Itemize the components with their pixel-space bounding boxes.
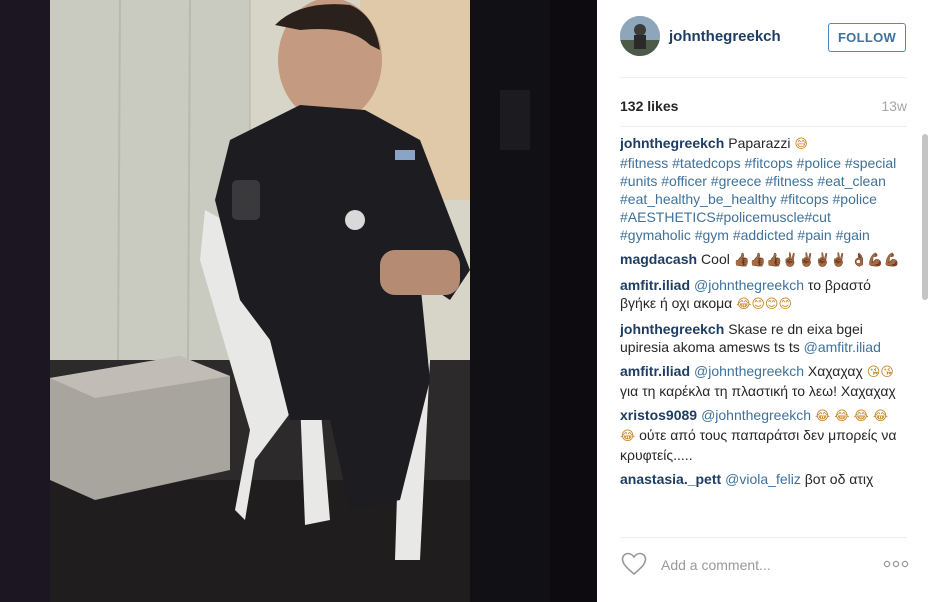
comment-emoji: 😂😊😊😊 xyxy=(736,297,793,312)
comment-item: amfitr.iliad @johnthegreekch Χαχαχαχ 😘😘 γ… xyxy=(620,362,900,400)
comment-text: Cool xyxy=(701,251,730,267)
likes-count[interactable]: 132 likes xyxy=(620,98,678,114)
heart-icon[interactable] xyxy=(621,552,647,576)
caption-hashtags[interactable]: #fitness #tatedcops #fitcops #police #sp… xyxy=(620,155,896,243)
post-sidebar: johnthegreekch FOLLOW 132 likes 13w john… xyxy=(597,0,931,602)
comments-divider xyxy=(620,537,907,538)
comment-username[interactable]: johnthegreekch xyxy=(620,321,724,337)
follow-button[interactable]: FOLLOW xyxy=(828,23,906,52)
comment-mention[interactable]: @johnthegreekch xyxy=(701,407,811,423)
comment-username[interactable]: amfitr.iliad xyxy=(620,277,690,293)
comment-text-after: για τη καρέκλα τη πλαστική το λεω! Χαχαχ… xyxy=(620,383,896,399)
comment-text: Χαχαχαχ xyxy=(807,363,863,379)
comments-list: johnthegreekch Paparazzi 😅 #fitness #tate… xyxy=(620,134,900,530)
avatar[interactable] xyxy=(620,16,660,56)
comment-mention[interactable]: @viola_feliz xyxy=(725,471,801,487)
comment-input[interactable] xyxy=(659,554,863,576)
add-comment-bar xyxy=(597,545,931,585)
comment-mention[interactable]: @johnthegreekch xyxy=(694,277,804,293)
comment-username[interactable]: amfitr.iliad xyxy=(620,363,690,379)
likes-divider xyxy=(620,126,907,127)
scrollbar-thumb[interactable] xyxy=(922,134,928,300)
post-photo[interactable] xyxy=(0,0,597,602)
comment-item: amfitr.iliad @johnthegreekch το βραστό βγ… xyxy=(620,276,900,314)
post-header: johnthegreekch FOLLOW xyxy=(597,0,931,76)
comment-item: anastasia._pett @viola_feliz βοτ οδ ατιχ xyxy=(620,470,900,488)
caption: johnthegreekch Paparazzi 😅 #fitness #tate… xyxy=(620,134,900,244)
comments-scrollbar[interactable] xyxy=(922,134,928,530)
post-photo-image xyxy=(0,0,597,602)
post-username[interactable]: johnthegreekch xyxy=(669,28,781,45)
comment-text: βοτ οδ ατιχ xyxy=(804,471,874,487)
comment-emoji: 😘😘 xyxy=(866,365,894,380)
comment-emoji: 👍🏾👍🏾👍🏾✌🏾✌🏾✌🏾✌🏾 👌🏾💪🏾💪🏾 xyxy=(733,253,900,268)
comment-mention[interactable]: @amfitr.iliad xyxy=(804,339,881,355)
more-options-icon[interactable] xyxy=(883,557,909,571)
post-time[interactable]: 13w xyxy=(881,98,907,114)
caption-username[interactable]: johnthegreekch xyxy=(620,135,724,151)
comment-item: johnthegreekch Skase re dn eixa bgei upir… xyxy=(620,320,900,356)
comment-mention[interactable]: @johnthegreekch xyxy=(694,363,804,379)
comment-text-after: ούτε από τους παπαράτσι δεν μπορείς να κ… xyxy=(620,427,897,463)
caption-text: Paparazzi xyxy=(728,135,791,151)
comment-username[interactable]: anastasia._pett xyxy=(620,471,721,487)
caption-emoji: 😅 xyxy=(794,137,808,152)
header-divider xyxy=(620,77,907,78)
comment-item: magdacash Cool 👍🏾👍🏾👍🏾✌🏾✌🏾✌🏾✌🏾 👌🏾💪🏾💪🏾 xyxy=(620,250,900,270)
comment-username[interactable]: magdacash xyxy=(620,251,697,267)
comment-item: xristos9089 @johnthegreekch 😂 😂 😂 😂 😂 ούτ… xyxy=(620,406,900,464)
comment-username[interactable]: xristos9089 xyxy=(620,407,697,423)
